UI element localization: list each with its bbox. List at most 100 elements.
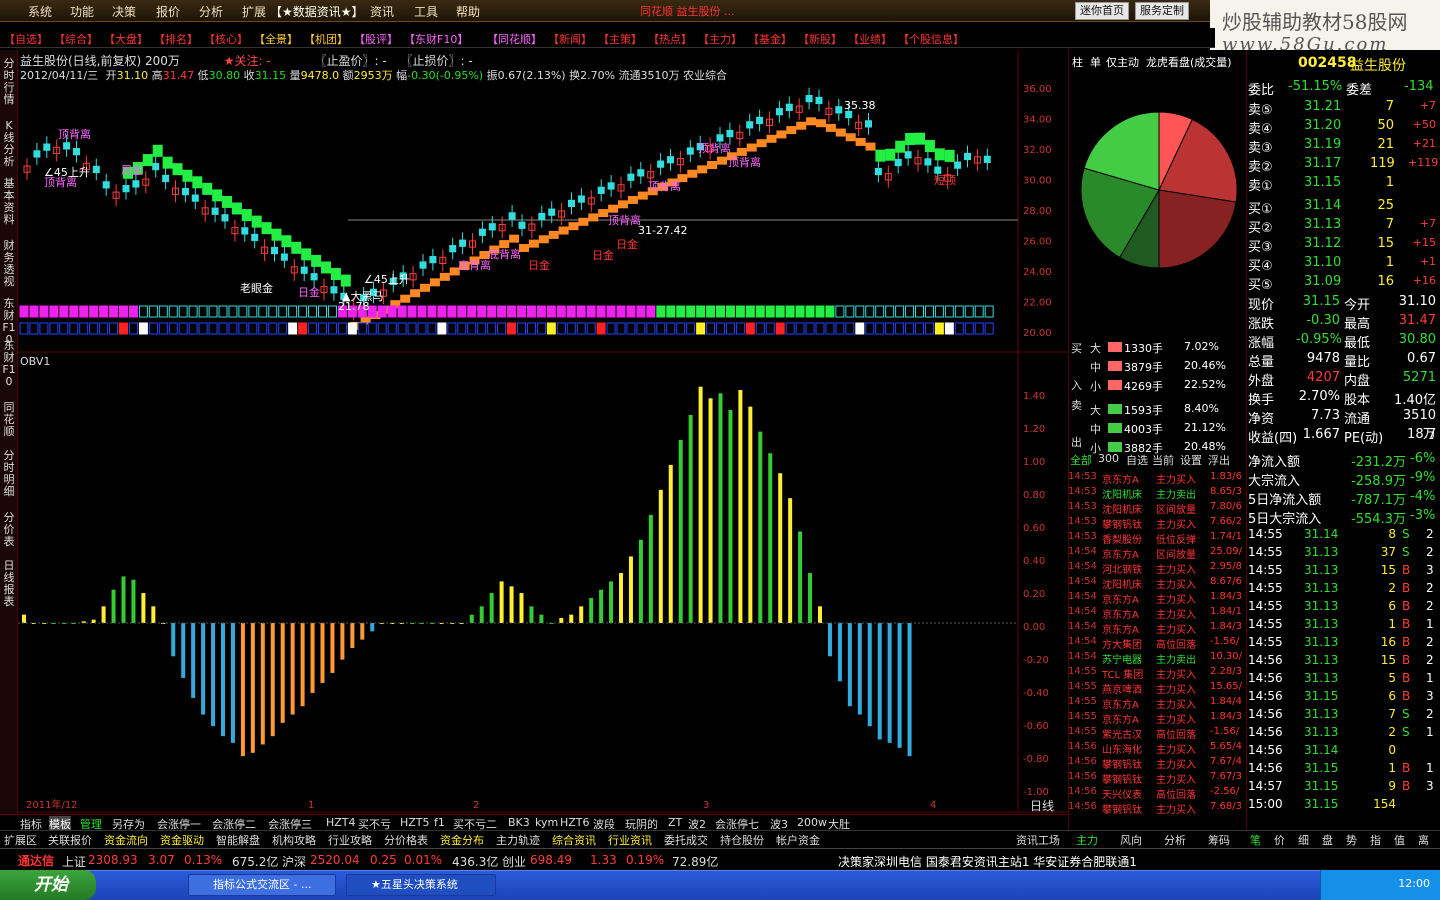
left-tab[interactable]: 财务透视	[1, 240, 17, 288]
quick-item[interactable]: 【综合】	[54, 31, 98, 47]
menu-system[interactable]: 系统	[28, 3, 52, 20]
function-tab[interactable]: 资金分布	[440, 832, 484, 848]
service-button[interactable]: 服务定制	[1135, 2, 1189, 20]
obv-bar	[827, 623, 832, 657]
focus-label: ★关注: -	[223, 54, 271, 68]
mini-home-button[interactable]: 迷你首页	[1075, 2, 1129, 20]
news-type: 区间放量	[1156, 550, 1196, 561]
function-tab[interactable]: 关联报价	[48, 832, 92, 848]
quick-item[interactable]: 【自选】	[4, 31, 48, 47]
menu-tools[interactable]: 工具	[414, 3, 438, 20]
menu-function[interactable]: 功能	[70, 3, 94, 20]
left-tab[interactable]: 分时行情	[1, 58, 17, 106]
ribbon-cell	[377, 305, 387, 318]
function-tab[interactable]: 资金流向	[104, 832, 148, 848]
left-tab[interactable]: 东财F10	[1, 340, 17, 388]
function-tab[interactable]: 帐户资金	[776, 832, 820, 848]
quick-item[interactable]: 【业绩】	[848, 31, 892, 47]
left-tab[interactable]: 基本资料	[1, 178, 17, 226]
chart-area[interactable]: 36.00 34.00 32.00 30.00 28.00 26.00 24.00 22.00…	[18, 50, 1068, 830]
function-tab[interactable]: 行业攻略	[328, 832, 372, 848]
start-button[interactable]: 开始	[0, 870, 96, 900]
menu-news[interactable]: 资讯	[370, 3, 394, 20]
ribbon-cell	[268, 305, 278, 318]
function-tab[interactable]: 资金驱动	[160, 832, 204, 848]
quick-item[interactable]: 【排名】	[154, 31, 198, 47]
menu-data-news[interactable]: 【★数据资讯★】	[270, 3, 364, 20]
quick-item[interactable]: 【东财F10】	[404, 31, 468, 47]
indicator-tab[interactable]: HZT4	[326, 816, 356, 829]
task-decision-system[interactable]: ★五星头决策系统	[346, 874, 496, 896]
indicator-tab[interactable]: BK3	[508, 816, 530, 829]
function-tab[interactable]: 扩展区	[4, 832, 37, 848]
quick-item[interactable]: 【主策】	[598, 31, 642, 47]
menu-quote[interactable]: 报价	[156, 3, 180, 20]
quick-item[interactable]: 【基金】	[748, 31, 792, 47]
candle-body	[459, 239, 467, 247]
panel-tab[interactable]: 风向	[1120, 832, 1142, 848]
quote-tab[interactable]: 笔	[1250, 832, 1261, 848]
indicator-tab[interactable]: f1	[434, 816, 445, 829]
quick-item[interactable]: 【核心】	[204, 31, 248, 47]
quick-item[interactable]: 【股评】	[354, 31, 398, 47]
quick-item[interactable]: 【主力】	[698, 31, 742, 47]
function-tab[interactable]: 行业资讯	[608, 832, 652, 848]
left-tab[interactable]: 日线报表	[1, 560, 17, 608]
ribbon-cell	[536, 305, 546, 318]
function-tab[interactable]: 持仓股份	[720, 832, 764, 848]
quick-item[interactable]: 【新股】	[798, 31, 842, 47]
left-tab[interactable]: 同花顺	[1, 402, 17, 438]
quote-tab[interactable]: 细	[1298, 832, 1309, 848]
indicator-tab[interactable]: HZT5	[400, 816, 430, 829]
function-tab[interactable]: 综合资讯	[552, 832, 596, 848]
quote-tab[interactable]: 离	[1418, 832, 1429, 848]
menu-decision[interactable]: 决策	[112, 3, 136, 20]
order-volume: 7	[1385, 99, 1394, 114]
function-tab[interactable]: 主力轨迹	[496, 832, 540, 848]
menu-extend[interactable]: 扩展	[242, 3, 266, 20]
quote-tab[interactable]: 价	[1274, 832, 1285, 848]
quote-tab[interactable]: 势	[1346, 832, 1357, 848]
tick-time: 14:56	[1248, 725, 1283, 739]
quick-item[interactable]: 【个股信息】	[898, 31, 964, 47]
quick-item[interactable]: 【新闻】	[548, 31, 592, 47]
indicator-tab[interactable]: ZT	[668, 816, 682, 829]
function-tab[interactable]: 委托成交	[664, 832, 708, 848]
indicator-tab[interactable]: kym	[535, 816, 558, 829]
quick-item[interactable]: 【全景】	[254, 31, 298, 47]
function-tab[interactable]: 机构攻略	[272, 832, 316, 848]
panel-tab[interactable]: 资讯工场	[1016, 832, 1060, 848]
news-time: 14:54	[1068, 576, 1097, 587]
obv-bar	[768, 453, 773, 623]
left-tab[interactable]: 分价表	[1, 512, 17, 548]
quick-item[interactable]: 【大盘】	[104, 31, 148, 47]
menu-help[interactable]: 帮助	[456, 3, 480, 20]
function-tab[interactable]: 智能解盘	[216, 832, 260, 848]
task-forum[interactable]: 指标公式交流区 - ...	[188, 874, 336, 896]
indicator-tab[interactable]: HZT6	[560, 816, 590, 829]
quote-tab[interactable]: 值	[1394, 832, 1405, 848]
left-tab[interactable]: 分时明细	[1, 450, 17, 498]
quick-item[interactable]: 【热点】	[648, 31, 692, 47]
quick-item[interactable]: 【同花顺】	[487, 31, 542, 47]
candle-body	[449, 245, 457, 253]
panel-tab[interactable]: 分析	[1164, 832, 1186, 848]
news-type: 主力买入	[1156, 715, 1196, 726]
quote-tab[interactable]: 盘	[1322, 832, 1333, 848]
indicator-tab[interactable]: 200w	[797, 816, 827, 829]
obv-bar	[887, 623, 892, 743]
function-tab[interactable]: 分价格表	[384, 832, 428, 848]
ribbon-cell	[745, 305, 755, 318]
quote-tab[interactable]: 指	[1370, 832, 1381, 848]
candle-body	[894, 158, 902, 167]
menu-analysis[interactable]: 分析	[199, 3, 223, 20]
period-label[interactable]: 日线	[1030, 797, 1054, 814]
ribbon-cell	[954, 305, 964, 318]
obv-bar	[867, 623, 872, 727]
left-tab[interactable]: K线分析	[1, 120, 17, 168]
panel-tab[interactable]: 主力	[1076, 832, 1098, 848]
ribbon-cell	[387, 305, 397, 318]
panel-tab[interactable]: 筹码	[1208, 832, 1230, 848]
quick-item[interactable]: 【机团】	[304, 31, 348, 47]
chart-svg[interactable]: 36.0034.0032.0030.0028.0026.0024.0022.00…	[18, 50, 1068, 830]
